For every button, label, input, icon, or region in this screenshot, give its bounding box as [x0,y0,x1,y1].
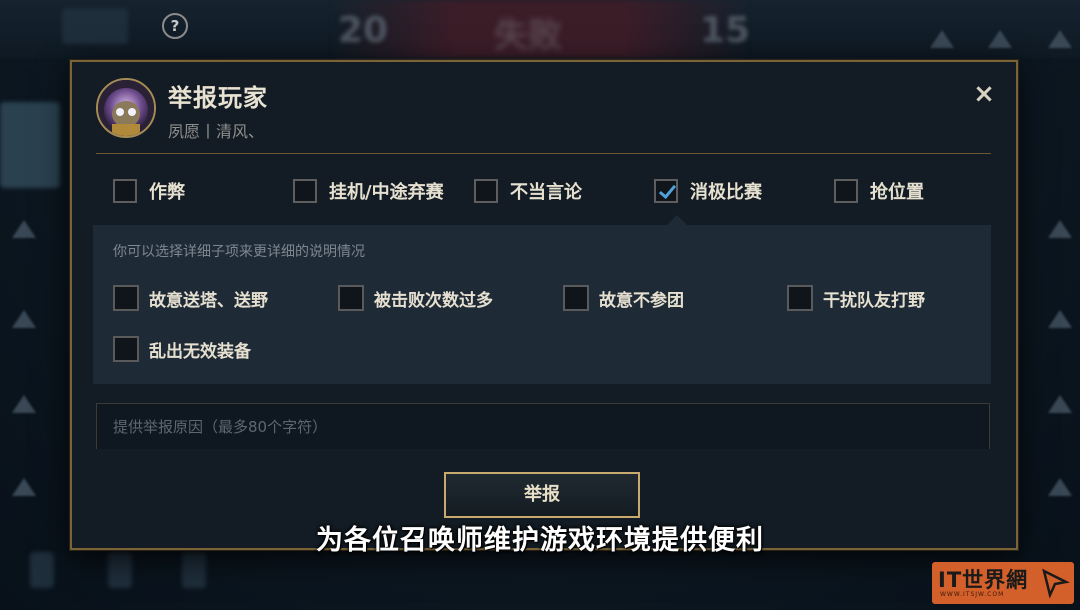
score-right: 15 [700,10,751,51]
category-label: 消极比赛 [690,182,762,203]
rank-icon [1048,395,1072,413]
sub-option-avoid-teamfights[interactable]: 故意不参团 [563,285,684,311]
sub-option-label: 故意不参团 [599,290,684,311]
bottom-slot [182,552,206,588]
category-label: 抢位置 [870,182,924,203]
checkbox[interactable] [474,179,498,203]
checkbox[interactable] [293,179,317,203]
checkbox[interactable] [787,285,813,311]
sub-options-hint: 你可以选择详细子项来更详细的说明情况 [113,244,365,260]
sub-option-too-many-deaths[interactable]: 被击败次数过多 [338,285,493,311]
checkbox[interactable] [563,285,589,311]
sub-options-panel: 你可以选择详细子项来更详细的说明情况 故意送塔、送野 被击败次数过多 故意不参团… [93,225,991,384]
rank-icon [12,395,36,413]
bottom-slot [108,552,132,588]
close-icon[interactable]: × [972,81,996,107]
rank-icon [930,30,954,48]
score-left: 20 [338,10,389,51]
rank-icon [988,30,1012,48]
sub-option-label: 乱出无效装备 [149,341,251,362]
left-portrait [0,102,60,188]
category-offensive-language[interactable]: 不当言论 [474,178,582,204]
result-title: 失败 [494,16,562,56]
player-avatar [96,78,156,138]
divider [96,153,991,154]
reported-player-name: 夙愿丨清风、 [168,122,265,141]
dialog-title: 举报玩家 [168,84,268,112]
panel-pointer [667,215,687,225]
report-dialog: 举报玩家 夙愿丨清风、 × 作弊 挂机/中途弃赛 不当言论 消极比赛 抢位置 你… [70,60,1018,550]
rank-icon [12,310,36,328]
watermark-text: IT世界網 [938,568,1029,592]
site-watermark-logo: IT世界網 WWW.ITSJW.COM [932,562,1074,604]
submit-report-button[interactable]: 举报 [444,472,640,518]
category-negative-play[interactable]: 消极比赛 [654,178,762,204]
watermark-url: WWW.ITSJW.COM [940,591,1005,598]
sub-option-label: 干扰队友打野 [823,290,925,311]
rank-icon [1048,478,1072,496]
checkbox[interactable] [113,179,137,203]
rank-icon [12,220,36,238]
checkbox[interactable] [834,179,858,203]
rank-icon [12,478,36,496]
rank-icon [1048,310,1072,328]
rank-icon [1048,220,1072,238]
cursor-icon [1042,568,1070,598]
sub-option-feeding[interactable]: 故意送塔、送野 [113,285,268,311]
category-label: 作弊 [149,182,185,203]
checkbox[interactable] [113,336,139,362]
help-icon[interactable]: ? [162,13,188,39]
sub-option-label: 被击败次数过多 [374,290,493,311]
category-label: 挂机/中途弃赛 [329,182,444,203]
category-role-stealing[interactable]: 抢位置 [834,178,924,204]
player-tag [62,8,128,44]
checkbox-checked[interactable] [654,179,678,203]
category-cheating[interactable]: 作弊 [113,178,185,204]
rank-icon [1048,30,1072,48]
sub-option-useless-items[interactable]: 乱出无效装备 [113,336,251,362]
category-label: 不当言论 [510,182,582,203]
report-reason-input[interactable] [96,403,990,449]
sub-option-disrupt-jungler[interactable]: 干扰队友打野 [787,285,925,311]
sub-option-label: 故意送塔、送野 [149,290,268,311]
checkbox[interactable] [338,285,364,311]
bottom-slot [30,552,54,588]
category-afk[interactable]: 挂机/中途弃赛 [293,178,444,204]
video-subtitle: 为各位召唤师维护游戏环境提供便利 [316,525,764,556]
checkbox[interactable] [113,285,139,311]
